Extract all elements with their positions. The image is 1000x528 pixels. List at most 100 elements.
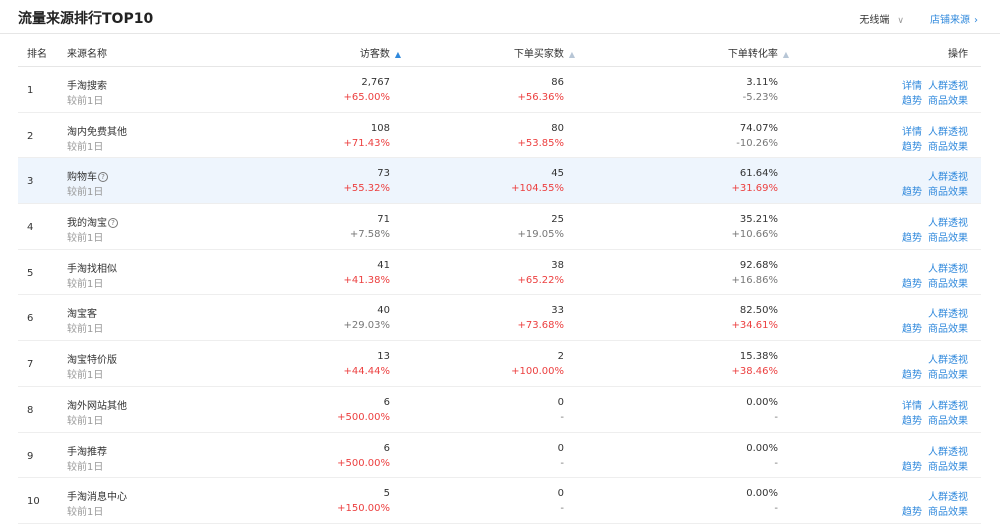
product-effect-link[interactable]: 商品效果 [928,324,968,335]
conversion-value: 82.50% [739,305,778,317]
visitors-value: 13 [377,351,390,363]
rank-cell: 2 [27,130,34,142]
product-effect-link[interactable]: 商品效果 [928,142,968,153]
row-actions-top: 人群透视 [922,305,968,320]
visitors-value: 2,767 [361,77,390,88]
source-name-text: 购物车 [67,172,97,184]
detail-link[interactable]: 详情 [902,401,922,412]
col-conversion-sort[interactable]: 下单转化率 ▲︎ [728,45,789,60]
crowd-link[interactable]: 人群透视 [928,81,968,92]
buyers-change: +73.68% [517,320,564,332]
compare-label: 较前1日 [67,324,104,336]
visitors-value: 6 [383,442,390,454]
visitors-value: 108 [370,122,390,134]
col-visitors-sort[interactable]: 访客数 ▲︎ [360,45,401,60]
trend-link[interactable]: 趋势 [902,507,922,518]
col-buyers: 下单买家数 [513,49,564,60]
crowd-link[interactable]: 人群透视 [928,355,968,366]
source-name: 手淘找相似 [67,260,117,275]
trend-link[interactable]: 趋势 [902,142,922,153]
product-effect-link[interactable]: 商品效果 [928,370,968,381]
table-row: 5 手淘找相似 较前1日 41 +41.38% 38 +65.22% 92.68% +16.86… [18,250,981,296]
crowd-link[interactable]: 人群透视 [928,264,968,275]
buyers-value: 45 [551,168,564,180]
crowd-link[interactable]: 人群透视 [928,127,968,138]
col-buyers-sort[interactable]: 下单买家数 ▲︎ [514,45,575,60]
buyers-change: +53.85% [517,137,564,149]
visitors-change: +500.00% [337,457,390,469]
help-icon[interactable]: ? [108,218,118,229]
detail-link[interactable]: 详情 [902,81,922,92]
buyers-value: 80 [551,122,564,134]
trend-link[interactable]: 趋势 [902,96,922,107]
crowd-link[interactable]: 人群透视 [928,447,968,458]
trend-link[interactable]: 趋势 [902,370,922,381]
row-actions-bottom: 趋势 商品效果 [896,503,968,518]
chevron-down-icon: ∨ [897,16,904,26]
rank-cell: 3 [27,176,34,188]
conversion-value: 15.38% [739,351,778,363]
trend-link[interactable]: 趋势 [902,187,922,198]
detail-link[interactable]: 详情 [902,127,922,138]
crowd-link[interactable]: 人群透视 [928,401,968,412]
row-actions-bottom: 趋势 商品效果 [896,320,968,335]
row-actions-bottom: 趋势 商品效果 [896,458,968,473]
crowd-link[interactable]: 人群透视 [928,218,968,229]
product-effect-link[interactable]: 商品效果 [928,507,968,518]
conversion-change: - [774,503,778,515]
product-effect-link[interactable]: 商品效果 [928,96,968,107]
store-source-link[interactable]: 店铺来源 › [930,11,978,26]
trend-link[interactable]: 趋势 [902,233,922,244]
source-name-text: 淘宝特价版 [67,355,117,367]
conversion-change: -10.26% [736,137,778,149]
buyers-value: 25 [551,214,564,226]
source-name-text: 手淘推荐 [67,446,107,458]
trend-link[interactable]: 趋势 [902,324,922,335]
buyers-value: 86 [551,77,564,88]
crowd-link[interactable]: 人群透视 [928,172,968,183]
conversion-change: +34.61% [731,320,778,332]
buyers-value: 0 [557,396,564,408]
buyers-value: 38 [551,259,564,271]
row-actions-top: 人群透视 [922,351,968,366]
source-name-text: 淘宝客 [67,309,97,321]
page-title: 流量来源排行TOP10 [18,11,154,27]
table-row: 7 淘宝特价版 较前1日 13 +44.44% 2 +100.00% 15.38% +38.46… [18,341,981,387]
crowd-link[interactable]: 人群透视 [928,492,968,503]
source-name: 我的淘宝? [67,214,118,229]
compare-label: 较前1日 [67,96,104,107]
compare-label: 较前1日 [67,370,104,382]
product-effect-link[interactable]: 商品效果 [928,187,968,198]
help-icon[interactable]: ? [98,172,108,183]
visitors-change: +29.03% [343,320,390,332]
table-body: 1 手淘搜索 较前1日 2,767 +65.00% 86 +56.36% 3.11% -5.23… [18,67,981,524]
conversion-change: +10.66% [731,229,778,241]
row-actions-bottom: 趋势 商品效果 [896,366,968,381]
source-name: 手淘消息中心 [67,488,127,503]
row-actions-bottom: 趋势 商品效果 [896,183,968,198]
chevron-right-icon: › [974,15,978,26]
rank-cell: 6 [27,313,34,325]
trend-link[interactable]: 趋势 [902,416,922,427]
device-dropdown[interactable]: 无线端 ∨ [859,11,904,26]
visitors-change: +500.00% [337,411,390,423]
source-name: 购物车? [67,168,108,183]
source-name-text: 手淘消息中心 [67,492,127,504]
visitors-change: +7.58% [349,229,390,241]
product-effect-link[interactable]: 商品效果 [928,279,968,290]
conversion-change: +38.46% [731,366,778,378]
source-name-text: 淘外网站其他 [67,400,127,412]
product-effect-link[interactable]: 商品效果 [928,462,968,473]
buyers-value: 33 [551,305,564,317]
trend-link[interactable]: 趋势 [902,462,922,473]
trend-link[interactable]: 趋势 [902,279,922,290]
conversion-value: 92.68% [739,259,778,271]
row-actions-bottom: 趋势 商品效果 [896,275,968,290]
product-effect-link[interactable]: 商品效果 [928,416,968,427]
device-label: 无线端 [859,15,890,26]
conversion-change: - [774,411,778,423]
source-name: 淘外网站其他 [67,397,127,412]
product-effect-link[interactable]: 商品效果 [928,233,968,244]
crowd-link[interactable]: 人群透视 [928,309,968,320]
source-name-text: 手淘找相似 [67,263,117,275]
